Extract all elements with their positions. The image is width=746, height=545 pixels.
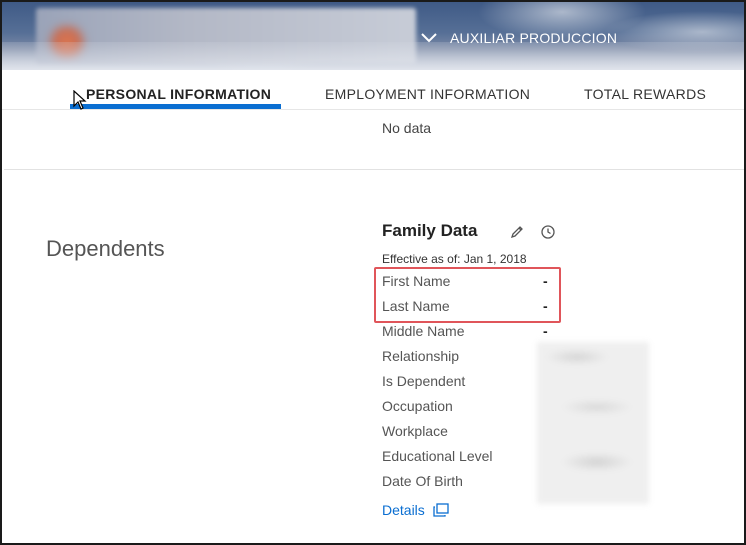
header-banner: AUXILIAR PRODUCCION xyxy=(2,2,744,70)
chevron-down-icon xyxy=(421,33,437,43)
field-label-workplace: Workplace xyxy=(382,423,448,439)
card-title-family-data: Family Data xyxy=(382,221,478,240)
tab-personal-information[interactable]: PERSONAL INFORMATION xyxy=(86,86,271,102)
field-label-date-of-birth: Date Of Birth xyxy=(382,473,463,489)
section-divider xyxy=(4,169,744,170)
field-label-middle-name: Middle Name xyxy=(382,323,465,339)
no-data-text: No data xyxy=(382,120,432,136)
mouse-cursor-icon xyxy=(73,90,87,110)
section-title-dependents: Dependents xyxy=(46,236,165,261)
app-frame: AUXILIAR PRODUCCION PERSONAL INFORMATION… xyxy=(0,0,746,545)
field-label-relationship: Relationship xyxy=(382,348,460,364)
field-label-is-dependent: Is Dependent xyxy=(382,373,466,389)
redacted-values xyxy=(537,342,649,504)
avatar xyxy=(48,26,86,58)
field-label-educational-level: Educational Level xyxy=(382,448,493,464)
details-link[interactable]: Details xyxy=(382,502,449,518)
details-link-label: Details xyxy=(382,502,425,518)
job-title-dropdown[interactable]: AUXILIAR PRODUCCION xyxy=(420,30,617,46)
field-label-occupation: Occupation xyxy=(382,398,453,414)
field-value-middle-name: - xyxy=(543,323,548,339)
active-tab-indicator xyxy=(70,104,281,109)
history-clock-icon[interactable] xyxy=(540,224,556,240)
edit-pencil-icon[interactable] xyxy=(509,224,525,240)
highlight-box xyxy=(374,267,561,323)
profile-area-blurred xyxy=(36,8,416,64)
job-title-text: AUXILIAR PRODUCCION xyxy=(450,30,618,46)
open-dialog-icon xyxy=(433,503,449,517)
tab-total-rewards[interactable]: TOTAL REWARDS xyxy=(584,86,706,102)
tab-employment-information[interactable]: EMPLOYMENT INFORMATION xyxy=(325,86,530,102)
effective-date: Effective as of: Jan 1, 2018 xyxy=(382,252,527,266)
tab-bar: PERSONAL INFORMATION EMPLOYMENT INFORMAT… xyxy=(2,70,744,110)
